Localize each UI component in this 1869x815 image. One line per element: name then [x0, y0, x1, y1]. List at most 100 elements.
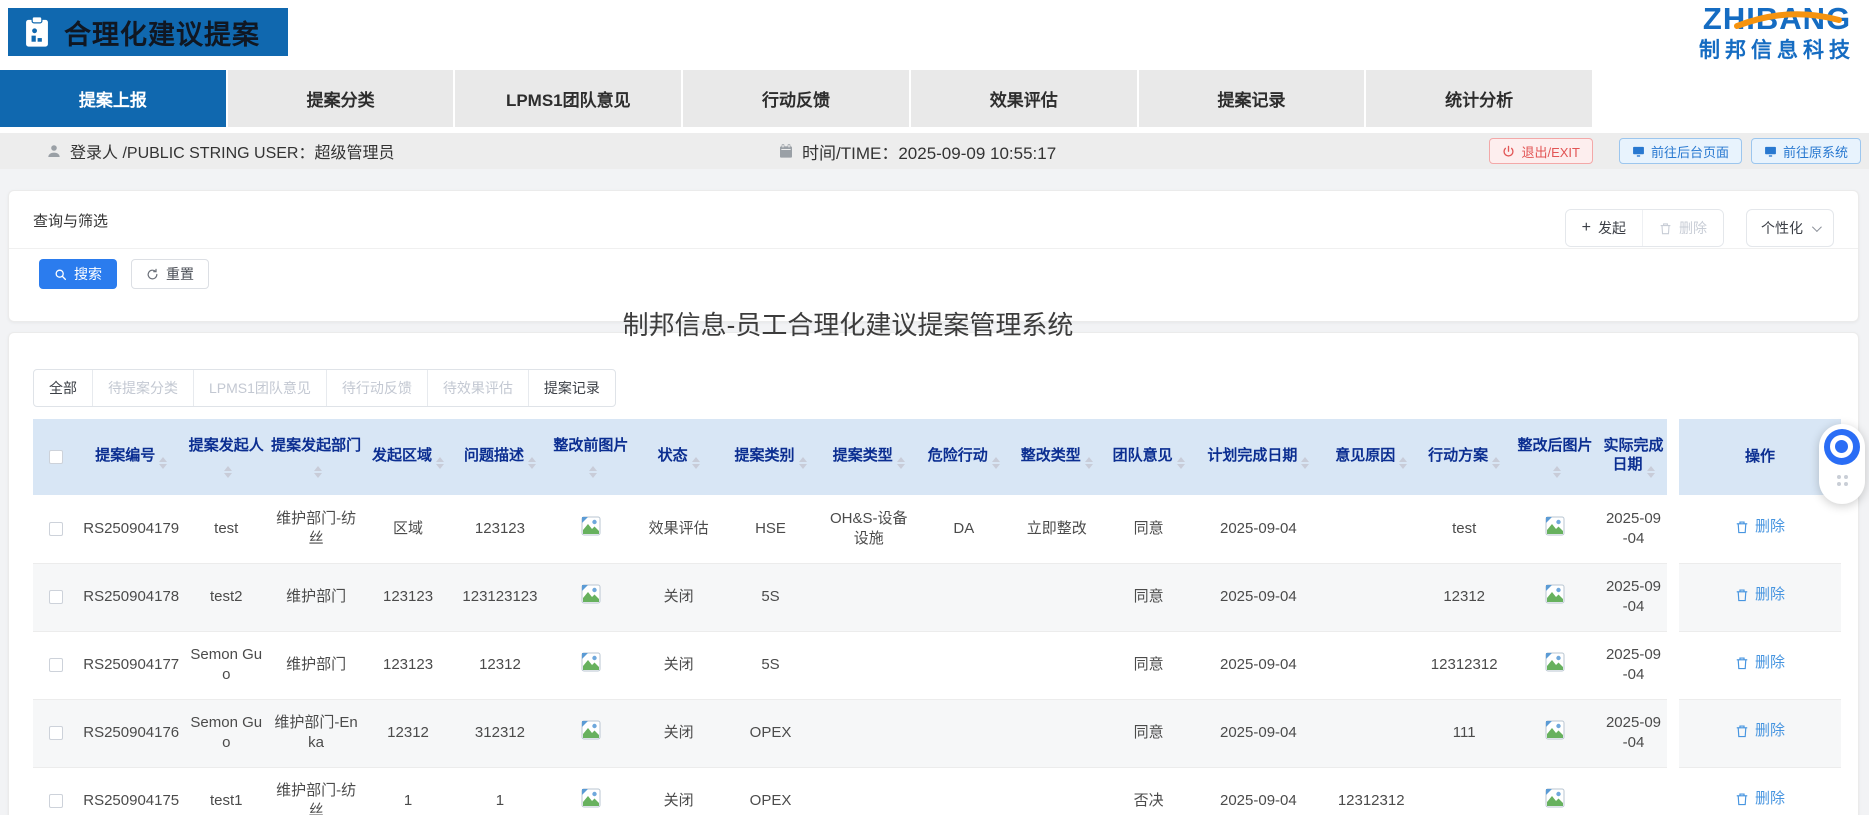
table-cell: 12312 [363, 699, 453, 767]
nav-tab[interactable]: 提案上报 [0, 70, 226, 127]
sort-carets-icon[interactable] [528, 457, 536, 469]
table-cell [1009, 631, 1105, 699]
select-all-checkbox[interactable] [49, 450, 63, 464]
column-header[interactable]: 提案类型 [819, 419, 919, 495]
trash-icon [1735, 656, 1749, 670]
row-checkbox[interactable] [49, 522, 63, 536]
delete-row-link[interactable]: 删除 [1735, 653, 1785, 673]
personalize-button[interactable]: 个性化 [1746, 209, 1834, 247]
assistant-bubble-icon[interactable] [1824, 429, 1860, 465]
sort-carets-icon[interactable] [1085, 457, 1093, 469]
column-header-label: 危险行动 [928, 447, 988, 464]
column-header[interactable]: 状态 [635, 419, 723, 495]
sort-carets-icon[interactable] [1492, 457, 1500, 469]
image-file-icon [581, 584, 601, 604]
table-cell [919, 563, 1009, 631]
status-filter-chip[interactable]: 提案记录 [528, 370, 615, 406]
table-cell: 关闭 [635, 631, 723, 699]
delete-row-link[interactable]: 删除 [1735, 585, 1785, 605]
sort-carets-icon[interactable] [992, 457, 1000, 469]
user-bar-actions: 退出/EXIT 前往后台页面 前往原系统 [1489, 138, 1861, 164]
column-header[interactable]: 提案发起部门 [269, 419, 363, 495]
nav-tab[interactable]: 行动反馈 [683, 70, 909, 127]
column-header[interactable]: 整改后图片 [1510, 419, 1600, 495]
initiate-button[interactable]: + 发起 [1566, 210, 1642, 246]
sort-carets-icon[interactable] [1553, 466, 1561, 478]
row-checkbox[interactable] [49, 726, 63, 740]
table-cell [1324, 699, 1418, 767]
nav-tab[interactable]: 效果评估 [911, 70, 1137, 127]
sort-carets-icon[interactable] [314, 466, 322, 478]
delete-button[interactable]: 删除 [1642, 210, 1723, 246]
status-filter-chip[interactable]: 全部 [34, 370, 92, 406]
sort-carets-icon[interactable] [1399, 457, 1407, 469]
column-header[interactable]: 提案编号 [79, 419, 183, 495]
column-header[interactable]: 整改类型 [1009, 419, 1105, 495]
chevron-down-icon [1812, 222, 1822, 232]
table-cell: RS250904178 [79, 563, 183, 631]
login-user-label: 登录人 /PUBLIC STRING USER：超级管理员 [70, 139, 394, 163]
table-cell: test1 [183, 767, 269, 815]
column-header-label: 整改后图片 [1518, 437, 1593, 454]
status-filter-chip[interactable]: 待行动反馈 [326, 370, 427, 406]
search-button[interactable]: 搜索 [39, 259, 117, 289]
column-header[interactable]: 提案类别 [722, 419, 818, 495]
column-header[interactable]: 实际完成日期 [1600, 419, 1667, 495]
exit-button[interactable]: 退出/EXIT [1489, 138, 1593, 164]
delete-row-link[interactable]: 删除 [1735, 517, 1785, 537]
nav-tab[interactable]: 统计分析 [1366, 70, 1592, 127]
column-header-label: 整改前图片 [553, 437, 628, 454]
sort-carets-icon[interactable] [589, 466, 597, 478]
delete-row-link[interactable]: 删除 [1735, 789, 1785, 809]
system-watermark-title: 制邦信息-员工合理化建议提案管理系统 [0, 305, 1696, 342]
status-filter-chip[interactable]: 待提案分类 [92, 370, 193, 406]
table-cell: 维护部门-Enka [269, 699, 363, 767]
column-header[interactable]: 团队意见 [1105, 419, 1193, 495]
sort-carets-icon[interactable] [1177, 457, 1185, 469]
sort-carets-icon[interactable] [1647, 466, 1655, 478]
table-cell: Semon Guo [183, 631, 269, 699]
checkbox-cell [33, 495, 79, 563]
column-header[interactable]: 计划完成日期 [1193, 419, 1325, 495]
column-header[interactable]: 整改前图片 [547, 419, 635, 495]
goto-backend-button[interactable]: 前往后台页面 [1619, 138, 1742, 164]
action-header-row: 操作 [1679, 419, 1841, 495]
table-cell: 同意 [1105, 699, 1193, 767]
sort-carets-icon[interactable] [897, 457, 905, 469]
delete-row-link[interactable]: 删除 [1735, 721, 1785, 741]
image-file-icon [581, 788, 601, 808]
column-header[interactable]: 问题描述 [453, 419, 547, 495]
image-file-icon [1545, 652, 1565, 672]
sort-carets-icon[interactable] [159, 457, 167, 469]
status-filter-chip[interactable]: LPMS1团队意见 [193, 370, 326, 406]
sort-carets-icon[interactable] [224, 466, 232, 478]
column-header[interactable]: 危险行动 [919, 419, 1009, 495]
reset-button[interactable]: 重置 [131, 259, 209, 289]
table-cell [1009, 699, 1105, 767]
row-checkbox[interactable] [49, 658, 63, 672]
row-checkbox[interactable] [49, 794, 63, 808]
clipboard-icon [22, 15, 52, 49]
action-cell: 删除 [1679, 767, 1841, 815]
nav-tab[interactable]: 提案分类 [228, 70, 454, 127]
nav-tab[interactable]: LPMS1团队意见 [455, 70, 681, 127]
sort-carets-icon[interactable] [799, 457, 807, 469]
refresh-icon [146, 268, 159, 281]
drag-handle-dots[interactable] [1819, 475, 1865, 486]
table-row: RS250904179test维护部门-纺丝区域123123 效果评估HSEOH… [33, 495, 1667, 563]
sort-carets-icon[interactable] [436, 457, 444, 469]
sort-carets-icon[interactable] [1301, 457, 1309, 469]
nav-tab[interactable]: 提案记录 [1139, 70, 1365, 127]
user-bar: 登录人 /PUBLIC STRING USER：超级管理员 时间/TIME：20… [0, 133, 1869, 169]
sort-carets-icon[interactable] [692, 457, 700, 469]
column-header[interactable]: 提案发起人 [183, 419, 269, 495]
column-header-label: 提案编号 [95, 447, 155, 464]
row-checkbox[interactable] [49, 590, 63, 604]
column-header[interactable]: 意见原因 [1324, 419, 1418, 495]
column-header[interactable]: 发起区域 [363, 419, 453, 495]
goto-origin-system-button[interactable]: 前往原系统 [1751, 138, 1861, 164]
table-cell: RS250904179 [79, 495, 183, 563]
column-header[interactable]: 行动方案 [1418, 419, 1510, 495]
status-filter-chip[interactable]: 待效果评估 [427, 370, 528, 406]
table-cell: Semon Guo [183, 699, 269, 767]
